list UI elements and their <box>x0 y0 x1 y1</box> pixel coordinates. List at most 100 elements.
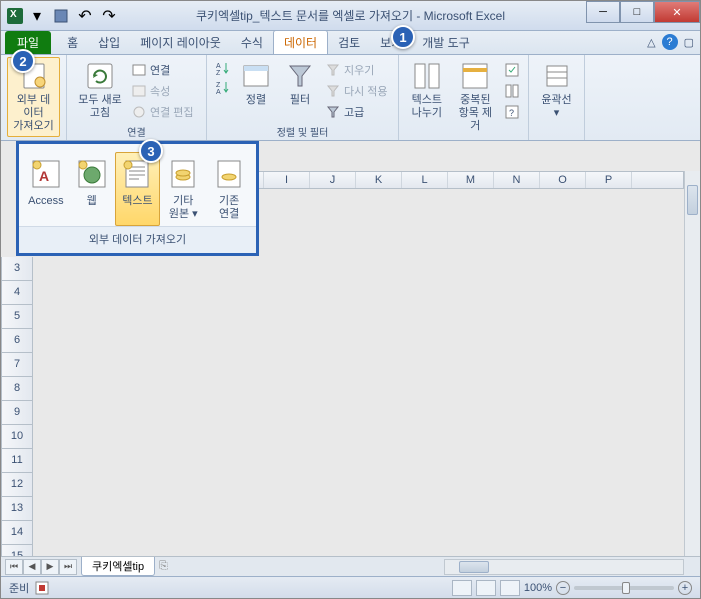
tab-developer[interactable]: 개발 도구 <box>412 31 480 54</box>
status-ready: 준비 <box>9 580 29 596</box>
row-header[interactable]: 9 <box>1 401 33 425</box>
view-normal-button[interactable] <box>452 580 472 596</box>
row-header[interactable]: 8 <box>1 377 33 401</box>
sheet-tab-bar: ⏮ ◀ ▶ ⏭ 쿠키엑셀tip ⎘ <box>1 556 700 576</box>
col-header[interactable]: N <box>494 172 540 188</box>
ext-data-label2: 가져오기 <box>13 120 53 133</box>
view-layout-button[interactable] <box>476 580 496 596</box>
outline-button[interactable]: 윤곽선 ▾ <box>535 57 578 127</box>
from-other-button[interactable]: 기타 원본 ▾ <box>160 152 206 226</box>
connections-icon <box>131 62 147 78</box>
svg-text:A: A <box>39 168 49 184</box>
row-header[interactable]: 5 <box>1 305 33 329</box>
svg-text:Z: Z <box>216 82 221 89</box>
row-header[interactable]: 3 <box>1 257 33 281</box>
row-header[interactable]: 10 <box>1 425 33 449</box>
sheet-nav-last[interactable]: ⏭ <box>59 559 77 575</box>
zoom-out-button[interactable]: − <box>556 581 570 595</box>
sheet-nav-first[interactable]: ⏮ <box>5 559 23 575</box>
sort-button[interactable]: 정렬 <box>235 57 277 123</box>
minimize-button[interactable]: ─ <box>586 1 620 23</box>
consolidate-button[interactable] <box>502 82 522 100</box>
filter-button[interactable]: 필터 <box>279 57 321 123</box>
row-header[interactable]: 11 <box>1 449 33 473</box>
callout-2: 2 <box>11 49 35 73</box>
vertical-scrollbar[interactable] <box>684 171 700 556</box>
from-web-button[interactable]: 웹 <box>69 152 115 226</box>
scrollbar-thumb[interactable] <box>459 561 489 573</box>
qat-dropdown[interactable]: ▾ <box>27 6 47 26</box>
qat-redo-icon[interactable]: ↷ <box>99 6 119 26</box>
qat-save-icon[interactable] <box>51 6 71 26</box>
sort-asc-button[interactable]: AZ <box>213 59 233 77</box>
col-header[interactable]: J <box>310 172 356 188</box>
row-header[interactable]: 13 <box>1 497 33 521</box>
existing-connections-button[interactable]: 기존 연결 <box>206 152 252 226</box>
sheet-nav-prev[interactable]: ◀ <box>23 559 41 575</box>
clear-filter-button[interactable]: 지우기 <box>323 61 390 79</box>
from-text-button[interactable]: 텍스트 <box>115 152 161 226</box>
help-icon[interactable]: ? <box>662 34 678 50</box>
close-button[interactable]: ✕ <box>654 1 700 23</box>
zoom-in-button[interactable]: + <box>678 581 692 595</box>
svg-text:?: ? <box>509 108 514 118</box>
row-header[interactable]: 6 <box>1 329 33 353</box>
sort-desc-button[interactable]: ZA <box>213 78 233 96</box>
external-data-dropdown: A Access 웹 텍스트 기타 원본 ▾ 기존 연결 외부 데이터 가져오기 <box>16 141 259 256</box>
whatif-button[interactable]: ? <box>502 103 522 121</box>
col-header[interactable]: O <box>540 172 586 188</box>
excel-app-icon <box>7 8 23 24</box>
whatif-icon: ? <box>504 104 520 120</box>
row-header[interactable]: 4 <box>1 281 33 305</box>
row-header[interactable]: 12 <box>1 473 33 497</box>
macro-record-icon[interactable] <box>35 581 49 595</box>
zoom-slider[interactable] <box>574 586 674 590</box>
text-to-columns-button[interactable]: 텍스트 나누기 <box>405 57 449 137</box>
outline-icon <box>541 60 573 92</box>
remove-duplicates-button[interactable]: 중복된 항목 제거 <box>451 57 500 137</box>
reapply-icon <box>325 83 341 99</box>
scrollbar-thumb[interactable] <box>687 185 698 215</box>
remove-dup-icon <box>459 60 491 92</box>
col-header[interactable]: L <box>402 172 448 188</box>
window-options-icon[interactable]: ▢ <box>684 36 694 49</box>
row-header[interactable]: 7 <box>1 353 33 377</box>
sheet-tab[interactable]: 쿠키엑셀tip <box>81 557 155 576</box>
advanced-filter-button[interactable]: 고급 <box>323 103 390 121</box>
zoom-knob[interactable] <box>622 582 630 594</box>
col-header[interactable]: I <box>264 172 310 188</box>
refresh-all-button[interactable]: 모두 새로 고침 <box>73 57 127 123</box>
sheet-nav-next[interactable]: ▶ <box>41 559 59 575</box>
tab-data[interactable]: 데이터 <box>273 30 328 54</box>
horizontal-scrollbar[interactable] <box>444 559 684 575</box>
edit-links-icon <box>131 104 147 120</box>
tab-home[interactable]: 홈 <box>57 31 88 54</box>
col-header[interactable]: K <box>356 172 402 188</box>
maximize-button[interactable]: □ <box>620 1 654 23</box>
existing-conn-icon <box>212 157 246 191</box>
other-sources-icon <box>166 157 200 191</box>
row-header[interactable]: 14 <box>1 521 33 545</box>
filter-icon <box>284 60 316 92</box>
validation-icon <box>504 62 520 78</box>
qat-undo-icon[interactable]: ↶ <box>75 6 95 26</box>
data-validation-button[interactable] <box>502 61 522 79</box>
tab-insert[interactable]: 삽입 <box>88 31 130 54</box>
col-header[interactable]: M <box>448 172 494 188</box>
tab-pagelayout[interactable]: 페이지 레이아웃 <box>130 31 231 54</box>
connections-button[interactable]: 연결 <box>129 61 196 79</box>
reapply-button[interactable]: 다시 적용 <box>323 82 390 100</box>
status-bar: 준비 100% − + <box>1 576 700 598</box>
zoom-level[interactable]: 100% <box>524 582 552 594</box>
properties-button[interactable]: 속성 <box>129 82 196 100</box>
from-access-button[interactable]: A Access <box>23 152 69 226</box>
col-header[interactable]: P <box>586 172 632 188</box>
tab-review[interactable]: 검토 <box>328 31 370 54</box>
tab-formulas[interactable]: 수식 <box>231 31 273 54</box>
new-sheet-button[interactable]: ⎘ <box>159 560 168 573</box>
titlebar: ▾ ↶ ↷ 쿠키엑셀tip_텍스트 문서를 엑셀로 가져오기 - Microso… <box>1 1 700 31</box>
view-pagebreak-button[interactable] <box>500 580 520 596</box>
row-headers: 3 4 5 6 7 8 9 10 11 12 13 14 15 <box>1 257 33 556</box>
edit-links-button[interactable]: 연결 편집 <box>129 103 196 121</box>
minimize-ribbon-icon[interactable]: △ <box>647 36 655 49</box>
